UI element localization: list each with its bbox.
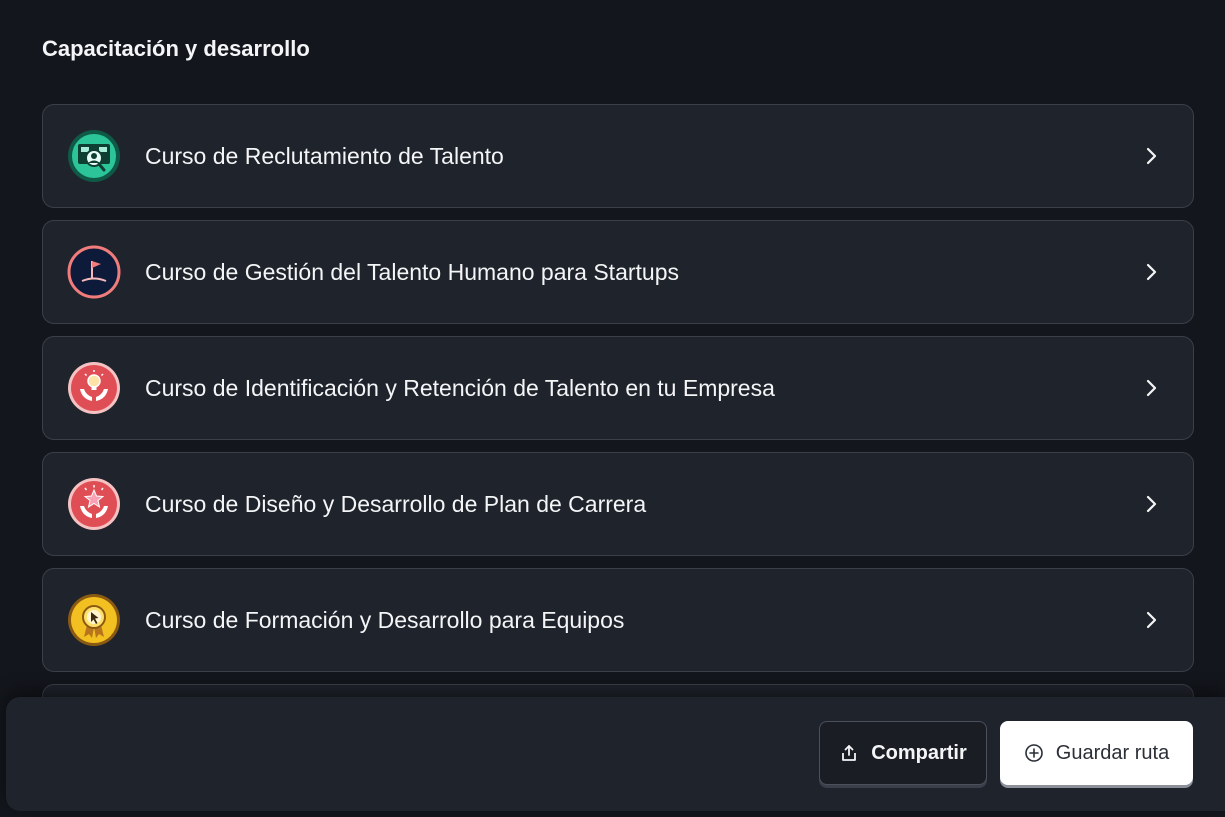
share-icon	[839, 743, 859, 763]
course-title: Curso de Gestión del Talento Humano para…	[145, 258, 679, 285]
course-title: Curso de Diseño y Desarrollo de Plan de …	[145, 490, 647, 517]
chevron-right-icon	[1139, 260, 1163, 284]
course-card-identificacion-retencion[interactable]: Curso de Identificación y Retención de T…	[42, 336, 1194, 440]
save-route-label: Guardar ruta	[1055, 741, 1170, 764]
course-title: Curso de Identificación y Retención de T…	[145, 374, 775, 401]
share-label: Compartir	[871, 741, 967, 764]
course-title: Curso de Formación y Desarrollo para Equ…	[145, 606, 625, 633]
share-button[interactable]: Compartir	[819, 721, 987, 785]
course-card-reclutamiento[interactable]: Curso de Reclutamiento de Talento	[42, 104, 1194, 208]
flag-badge-icon	[67, 245, 121, 299]
course-card-formacion-equipos[interactable]: Curso de Formación y Desarrollo para Equ…	[42, 568, 1194, 672]
star-hands-badge-icon	[67, 477, 121, 531]
course-card-gestion-talento[interactable]: Curso de Gestión del Talento Humano para…	[42, 220, 1194, 324]
award-badge-icon	[67, 593, 121, 647]
save-route-button[interactable]: Guardar ruta	[1000, 721, 1193, 785]
chevron-right-icon	[1139, 376, 1163, 400]
lightbulb-hands-badge-icon	[67, 361, 121, 415]
chevron-right-icon	[1139, 492, 1163, 516]
action-bar: Compartir Guardar ruta	[6, 697, 1225, 811]
course-card-plan-carrera[interactable]: Curso de Diseño y Desarrollo de Plan de …	[42, 452, 1194, 556]
course-list: Curso de Reclutamiento de Talento Curso …	[42, 104, 1194, 736]
chevron-right-icon	[1139, 608, 1163, 632]
section-title: Capacitación y desarrollo	[42, 36, 310, 61]
chevron-right-icon	[1139, 144, 1163, 168]
recruitment-badge-icon	[67, 129, 121, 183]
plus-circle-icon	[1024, 743, 1044, 763]
course-path-page: Capacitación y desarrollo Curso de Reclu…	[0, 0, 1225, 817]
course-title: Curso de Reclutamiento de Talento	[145, 142, 504, 169]
